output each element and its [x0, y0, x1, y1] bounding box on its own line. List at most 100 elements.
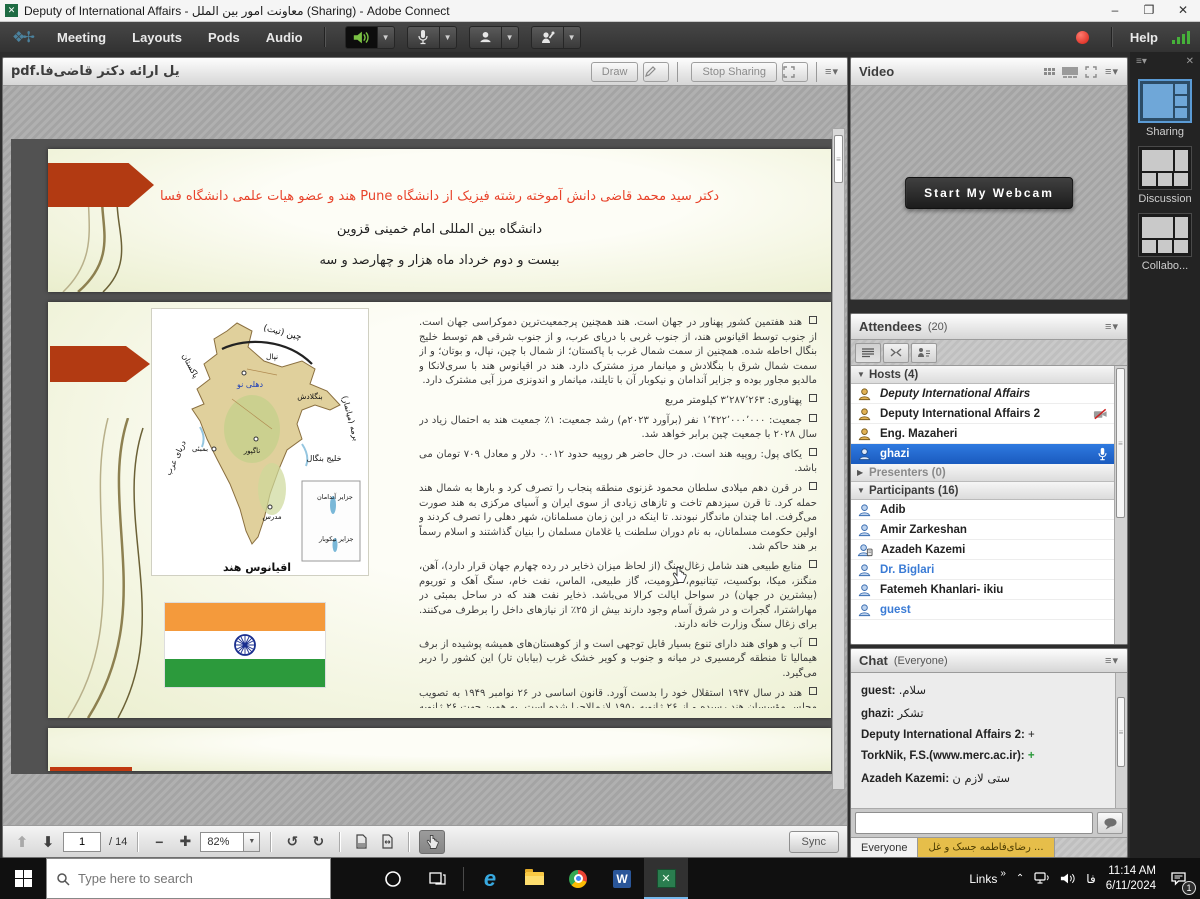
- webcam-dropdown[interactable]: ▼: [502, 26, 519, 49]
- volume-icon[interactable]: [1060, 872, 1076, 885]
- page-number-input[interactable]: [63, 832, 101, 852]
- taskbar-search[interactable]: [46, 858, 331, 899]
- chat-scrollbar[interactable]: [1115, 673, 1127, 808]
- help-menu[interactable]: Help: [1130, 30, 1158, 45]
- zoom-out-button[interactable]: −: [148, 834, 170, 850]
- hosts-section-header[interactable]: ▼ Hosts (4): [851, 366, 1114, 384]
- chat-message-input[interactable]: [855, 812, 1093, 834]
- taskbar-clock[interactable]: 11:14 AM 6/11/2024: [1106, 864, 1156, 893]
- slide1-date-line: بیست و دوم خرداد ماه هزار و چهارصد و سه: [48, 253, 831, 268]
- menu-pods[interactable]: Pods: [195, 30, 253, 45]
- speaker-button[interactable]: [345, 26, 378, 49]
- rotate-left-button[interactable]: ↺: [281, 833, 303, 850]
- action-center-button[interactable]: 1: [1166, 867, 1190, 891]
- search-input[interactable]: [78, 871, 298, 886]
- layout-collaboration-thumbnail[interactable]: [1138, 213, 1192, 257]
- status-dropdown[interactable]: ▼: [564, 26, 581, 49]
- microphone-button[interactable]: [407, 26, 440, 49]
- word-taskbar-button[interactable]: W: [600, 858, 644, 899]
- chrome-taskbar-button[interactable]: [556, 858, 600, 899]
- video-pod-body: Start My Webcam: [851, 86, 1127, 299]
- attendee-row-participant[interactable]: Azadeh Kazemi: [851, 540, 1114, 560]
- hidden-icons-button[interactable]: ⌃: [1016, 873, 1024, 884]
- attendee-row-host-selected[interactable]: ghazi: [851, 444, 1114, 464]
- slide2-bullet: هند در سال ۱۹۴۷ استقلال خود را بدست آورد…: [419, 687, 817, 708]
- attendees-scrollbar[interactable]: [1114, 366, 1127, 644]
- chat-scrollbar-thumb[interactable]: [1117, 697, 1125, 767]
- close-button[interactable]: ✕: [1166, 0, 1200, 21]
- stop-sharing-button[interactable]: Stop Sharing: [691, 62, 777, 82]
- fit-page-button[interactable]: [350, 834, 372, 849]
- pointer-tool-button[interactable]: [643, 62, 669, 82]
- microphone-dropdown[interactable]: ▼: [440, 26, 457, 49]
- attendee-row-participant[interactable]: guest: [851, 600, 1114, 620]
- raise-hand-button[interactable]: [531, 26, 564, 49]
- menu-audio[interactable]: Audio: [253, 30, 316, 45]
- breakout-view-button[interactable]: [883, 343, 909, 363]
- menu-meeting[interactable]: Meeting: [44, 30, 119, 45]
- layouts-menu-button[interactable]: ≡▾: [1136, 56, 1147, 67]
- india-flag: [164, 602, 326, 688]
- attendees-pod-menu-button[interactable]: ≡▾: [1105, 320, 1119, 333]
- next-page-button[interactable]: ⬇: [37, 833, 59, 851]
- collapse-triangle-icon: ▼: [857, 486, 869, 495]
- minimize-button[interactable]: –: [1098, 0, 1132, 21]
- attendee-row-host[interactable]: Deputy International Affairs: [851, 384, 1114, 404]
- send-message-button[interactable]: [1097, 812, 1123, 834]
- zoom-dropdown-arrow-icon[interactable]: ▼: [243, 833, 259, 851]
- network-icon[interactable]: [1034, 872, 1050, 885]
- chat-pod-header: Chat (Everyone) ≡▾: [851, 649, 1127, 673]
- webcam-button[interactable]: [469, 26, 502, 49]
- adobe-connect-taskbar-button[interactable]: ✕: [644, 858, 688, 899]
- chat-tab-private[interactable]: ... رضای‌فاطمه جسک و غل: [918, 838, 1054, 857]
- zoom-level-select[interactable]: 82% ▼: [200, 832, 260, 852]
- zoom-in-button[interactable]: ✚: [174, 833, 196, 850]
- fullscreen-icon[interactable]: [1085, 66, 1097, 78]
- attendee-row-host[interactable]: Eng. Mazaheri: [851, 424, 1114, 444]
- attendee-row-participant[interactable]: Fatemeh Khanlari- ikiu: [851, 580, 1114, 600]
- file-explorer-taskbar-button[interactable]: [512, 858, 556, 899]
- attendee-row-participant[interactable]: Adib: [851, 500, 1114, 520]
- filmstrip-view-icon[interactable]: [1061, 66, 1079, 78]
- layout-sharing-thumbnail[interactable]: [1138, 79, 1192, 123]
- speaker-dropdown[interactable]: ▼: [378, 26, 395, 49]
- fit-width-button[interactable]: [376, 834, 398, 849]
- participants-section-header[interactable]: ▼ Participants (16): [851, 482, 1114, 500]
- attendee-row-participant[interactable]: Dr. Biglari: [851, 560, 1114, 580]
- rotate-right-button[interactable]: ↻: [307, 833, 329, 850]
- sync-button[interactable]: Sync: [789, 831, 839, 853]
- previous-page-button[interactable]: ⬆: [11, 833, 33, 851]
- language-indicator[interactable]: فا: [1086, 872, 1095, 886]
- layouts-close-icon[interactable]: ✕: [1186, 56, 1194, 67]
- grid-view-icon[interactable]: [1044, 68, 1055, 75]
- presenters-section-header[interactable]: ▶ Presenters (0): [851, 464, 1114, 482]
- attendee-name: ghazi: [880, 448, 909, 460]
- share-pod-menu-button[interactable]: ≡▾: [825, 65, 839, 78]
- menu-layouts[interactable]: Layouts: [119, 30, 195, 45]
- start-button[interactable]: [0, 858, 46, 899]
- attendee-row-participant[interactable]: Amir Zarkeshan: [851, 520, 1114, 540]
- chat-pod-menu-button[interactable]: ≡▾: [1105, 654, 1119, 667]
- attendee-status-view-button[interactable]: [911, 343, 937, 363]
- chat-tab-everyone[interactable]: Everyone: [851, 838, 918, 857]
- attendees-scrollbar-thumb[interactable]: [1116, 368, 1125, 518]
- attendee-list-view-button[interactable]: [855, 343, 881, 363]
- chat-pod: Chat (Everyone) ≡▾ guest: سلام. ghazi: ت…: [850, 648, 1128, 858]
- host-icon: [857, 447, 872, 461]
- task-view-button[interactable]: [415, 858, 459, 899]
- edge-taskbar-button[interactable]: e: [468, 858, 512, 899]
- cortana-button[interactable]: [371, 858, 415, 899]
- document-scrollbar-thumb[interactable]: [834, 135, 843, 183]
- restore-button[interactable]: ❐: [1132, 0, 1166, 21]
- participant-icon: [857, 523, 872, 537]
- collapse-triangle-icon: ▼: [857, 370, 869, 379]
- start-webcam-button[interactable]: Start My Webcam: [905, 177, 1073, 209]
- document-scrollbar[interactable]: [832, 128, 845, 790]
- pan-tool-button[interactable]: [419, 830, 445, 854]
- attendee-row-host[interactable]: Deputy International Affairs 2: [851, 404, 1114, 424]
- layout-discussion-thumbnail[interactable]: [1138, 146, 1192, 190]
- video-pod-menu-button[interactable]: ≡▾: [1105, 65, 1119, 78]
- draw-button[interactable]: Draw: [591, 62, 639, 82]
- links-toolbar[interactable]: Links»: [969, 872, 1006, 886]
- fullscreen-button[interactable]: [782, 62, 808, 82]
